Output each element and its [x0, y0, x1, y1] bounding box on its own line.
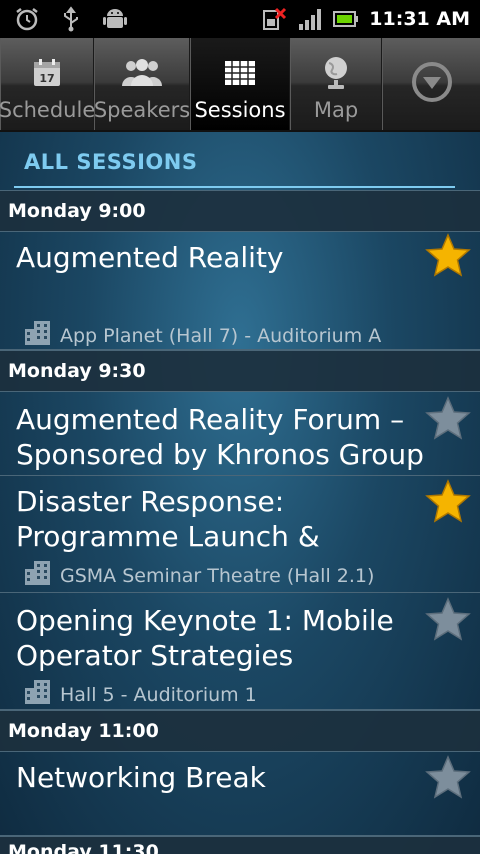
usb-icon	[58, 6, 84, 32]
session-title: Augmented Reality	[16, 241, 284, 274]
session-item[interactable]: Augmented Reality App Planet (Hall 7) - …	[0, 232, 480, 350]
clock: 11:31 AM	[369, 8, 470, 30]
session-venue: App Planet (Hall 7) - Auditorium A	[24, 320, 381, 351]
session-venue-label: GSMA Seminar Theatre (Hall 2.1)	[60, 564, 375, 587]
session-item[interactable]: Opening Keynote 1: Mobile Operator Strat…	[0, 593, 480, 710]
section-underline	[14, 186, 455, 188]
tab-sessions[interactable]: Sessions	[190, 38, 290, 130]
no-sim-icon	[261, 6, 287, 32]
tab-speakers-label: Speakers	[93, 98, 191, 122]
people-icon	[120, 50, 164, 96]
building-icon	[24, 679, 52, 710]
tab-sessions-label: Sessions	[194, 98, 286, 122]
chevron-down-circle-icon	[410, 60, 454, 108]
session-venue: Hall 5 - Auditorium 1	[24, 679, 257, 710]
star-icon[interactable]	[424, 754, 472, 802]
star-icon[interactable]	[424, 596, 472, 644]
calendar-icon: 17	[31, 50, 63, 96]
sessions-list: Monday 9:00 Augmented Reality App Planet…	[0, 190, 480, 836]
session-item[interactable]: Networking Break	[0, 752, 480, 836]
globe-icon	[321, 50, 351, 96]
group-header: Monday 11:00	[0, 710, 480, 752]
tab-map-label: Map	[313, 98, 359, 122]
battery-icon	[333, 6, 359, 32]
tab-bar: 17 Schedule Speakers Sessions Map	[0, 38, 480, 132]
star-icon[interactable]	[424, 478, 472, 526]
group-header: Monday 9:30	[0, 350, 480, 392]
tab-map[interactable]: Map	[290, 38, 382, 130]
tab-schedule-label: Schedule	[0, 98, 96, 122]
session-title: Disaster Response: Programme Launch &	[16, 485, 320, 553]
building-icon	[24, 560, 52, 591]
status-bar: 11:31 AM	[0, 0, 480, 38]
section-title: ALL SESSIONS	[24, 150, 198, 174]
signal-icon	[297, 6, 323, 32]
session-title: Networking Break	[16, 761, 266, 794]
group-header: Monday 9:00	[0, 190, 480, 232]
section-header: ALL SESSIONS	[0, 132, 480, 190]
svg-text:17: 17	[39, 72, 54, 85]
session-venue: GSMA Seminar Theatre (Hall 2.1)	[24, 560, 374, 591]
session-title: Opening Keynote 1: Mobile Operator Strat…	[16, 604, 394, 672]
more-tabs-button[interactable]	[382, 38, 480, 130]
tab-schedule[interactable]: 17 Schedule	[0, 38, 96, 130]
session-venue-label: App Planet (Hall 7) - Auditorium A	[60, 324, 382, 347]
android-icon	[102, 6, 128, 32]
session-item[interactable]: Augmented Reality Forum – Sponsored by K…	[0, 392, 480, 476]
tab-speakers[interactable]: Speakers	[94, 38, 190, 130]
grid-icon	[224, 50, 256, 96]
alarm-clock-icon	[14, 6, 40, 32]
group-header-next: Monday 11:30	[0, 836, 480, 854]
session-venue-label: Hall 5 - Auditorium 1	[60, 683, 257, 706]
session-item[interactable]: Disaster Response: Programme Launch & GS…	[0, 476, 480, 593]
star-icon[interactable]	[424, 395, 472, 443]
building-icon	[24, 320, 52, 351]
session-title: Augmented Reality Forum – Sponsored by K…	[16, 403, 424, 471]
star-icon[interactable]	[424, 232, 472, 280]
